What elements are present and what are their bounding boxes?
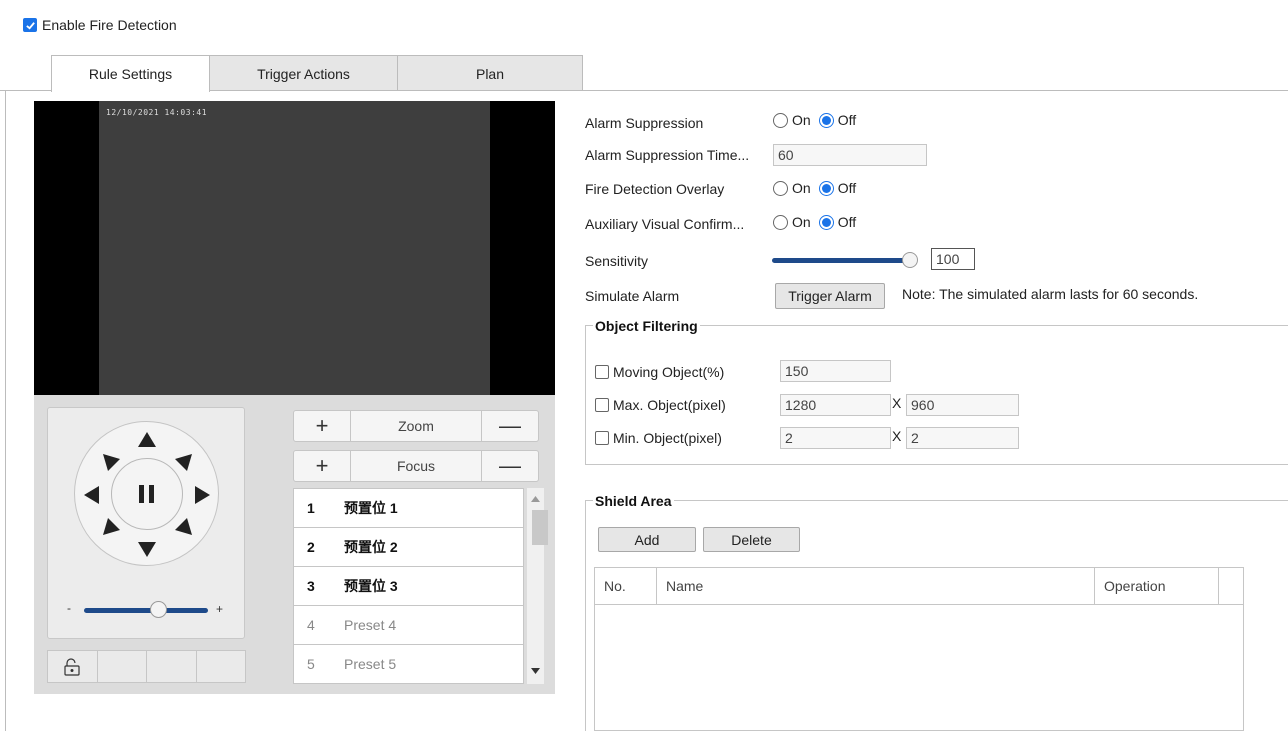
sensitivity-input[interactable]: 100 bbox=[931, 248, 975, 270]
column-name: Name bbox=[657, 568, 1095, 605]
video-frame bbox=[99, 101, 490, 395]
delete-button[interactable]: Delete bbox=[703, 527, 800, 552]
preset-item[interactable]: 4 Preset 4 bbox=[294, 606, 523, 645]
ptz-tool-button-2[interactable] bbox=[96, 650, 147, 683]
preset-list: 1 预置位 1 2 预置位 2 3 预置位 3 4 Preset 4 5 Preset 5 bbox=[293, 488, 524, 684]
preset-item[interactable]: 2 预置位 2 bbox=[294, 528, 523, 567]
speed-plus: + bbox=[216, 602, 224, 616]
preset-item[interactable]: 5 Preset 5 bbox=[294, 645, 523, 683]
focus-control: + Focus — bbox=[293, 450, 539, 482]
max-object-width-input[interactable]: 1280 bbox=[780, 394, 891, 416]
tab-trigger-actions[interactable]: Trigger Actions bbox=[209, 55, 398, 91]
ptz-tool-row bbox=[47, 650, 246, 683]
scroll-down-icon[interactable] bbox=[531, 668, 540, 674]
min-object-x: X bbox=[892, 428, 902, 444]
tab-plan[interactable]: Plan bbox=[397, 55, 583, 91]
preset-scroll-thumb[interactable] bbox=[532, 510, 548, 545]
speed-slider-thumb[interactable] bbox=[150, 601, 167, 618]
column-no: No. bbox=[595, 568, 657, 605]
speed-slider[interactable] bbox=[84, 608, 208, 613]
pause-icon bbox=[139, 485, 154, 503]
lock-icon bbox=[64, 657, 80, 676]
fire-overlay-on[interactable] bbox=[773, 180, 788, 196]
zoom-label: Zoom bbox=[398, 418, 434, 434]
shield-area-title: Shield Area bbox=[593, 493, 674, 509]
pause-button[interactable] bbox=[111, 458, 183, 530]
tab-bar: Rule Settings Trigger Actions Plan bbox=[51, 55, 583, 92]
tab-rule-settings[interactable]: Rule Settings bbox=[51, 55, 210, 92]
focus-far-button[interactable]: — bbox=[481, 451, 538, 481]
preset-item[interactable]: 3 预置位 3 bbox=[294, 567, 523, 606]
trigger-alarm-button[interactable]: Trigger Alarm bbox=[775, 283, 885, 309]
aux-visual-label: Auxiliary Visual Confirm... bbox=[585, 216, 745, 232]
video-timestamp: 12/10/2021 14:03:41 bbox=[106, 108, 208, 117]
enable-label: Enable Fire Detection bbox=[42, 17, 177, 33]
alarm-suppression-off[interactable] bbox=[818, 112, 834, 128]
moving-object-checkbox[interactable] bbox=[595, 365, 609, 379]
aux-visual-off[interactable] bbox=[818, 214, 834, 230]
max-object-x: X bbox=[892, 395, 902, 411]
add-button[interactable]: Add bbox=[598, 527, 696, 552]
fire-overlay-off[interactable] bbox=[818, 180, 834, 196]
min-object-checkbox[interactable] bbox=[595, 431, 609, 445]
zoom-in-button[interactable]: + bbox=[294, 411, 351, 441]
live-video: 12/10/2021 14:03:41 bbox=[34, 101, 555, 395]
zoom-control: + Zoom — bbox=[293, 410, 539, 442]
aux-visual-on[interactable] bbox=[773, 214, 788, 230]
simulate-note: Note: The simulated alarm lasts for 60 s… bbox=[902, 286, 1199, 302]
check-icon bbox=[25, 21, 35, 30]
min-object-width-input[interactable]: 2 bbox=[780, 427, 891, 449]
lock-button[interactable] bbox=[47, 650, 98, 683]
enable-fire-detection[interactable]: Enable Fire Detection bbox=[23, 17, 177, 33]
focus-label: Focus bbox=[396, 458, 436, 474]
fire-overlay-radio: On Off bbox=[773, 180, 856, 196]
min-object-height-input[interactable]: 2 bbox=[906, 427, 1019, 449]
moving-object-row: Moving Object(%) bbox=[595, 364, 724, 380]
panel-border bbox=[5, 90, 6, 731]
shield-area-table: No. Name Operation bbox=[594, 567, 1244, 731]
alarm-suppression-on[interactable] bbox=[773, 112, 788, 128]
column-spacer bbox=[1219, 568, 1244, 605]
min-object-row: Min. Object(pixel) bbox=[595, 430, 722, 446]
speed-minus: - bbox=[67, 601, 71, 615]
preset-item[interactable]: 1 预置位 1 bbox=[294, 489, 523, 528]
sensitivity-slider[interactable] bbox=[772, 258, 912, 263]
scroll-up-icon[interactable] bbox=[531, 496, 540, 502]
ptz-tool-button-4[interactable] bbox=[195, 650, 246, 683]
sensitivity-label: Sensitivity bbox=[585, 253, 649, 269]
max-object-height-input[interactable]: 960 bbox=[906, 394, 1019, 416]
alarm-suppression-radio: On Off bbox=[773, 112, 856, 128]
alarm-suppression-label: Alarm Suppression bbox=[585, 115, 704, 131]
ptz-tool-button-3[interactable] bbox=[146, 650, 197, 683]
fire-overlay-label: Fire Detection Overlay bbox=[585, 181, 725, 197]
moving-object-input[interactable]: 150 bbox=[780, 360, 891, 382]
sensitivity-slider-thumb[interactable] bbox=[902, 252, 918, 268]
zoom-out-button[interactable]: — bbox=[481, 411, 538, 441]
max-object-row: Max. Object(pixel) bbox=[595, 397, 726, 413]
enable-checkbox[interactable] bbox=[23, 18, 37, 32]
simulate-alarm-label: Simulate Alarm bbox=[585, 288, 680, 304]
object-filtering-title: Object Filtering bbox=[593, 318, 700, 334]
focus-near-button[interactable]: + bbox=[294, 451, 351, 481]
column-operation: Operation bbox=[1095, 568, 1219, 605]
alarm-suppression-time-input[interactable]: 60 bbox=[773, 144, 927, 166]
max-object-checkbox[interactable] bbox=[595, 398, 609, 412]
aux-visual-radio: On Off bbox=[773, 214, 856, 230]
alarm-suppression-time-label: Alarm Suppression Time... bbox=[585, 147, 750, 163]
